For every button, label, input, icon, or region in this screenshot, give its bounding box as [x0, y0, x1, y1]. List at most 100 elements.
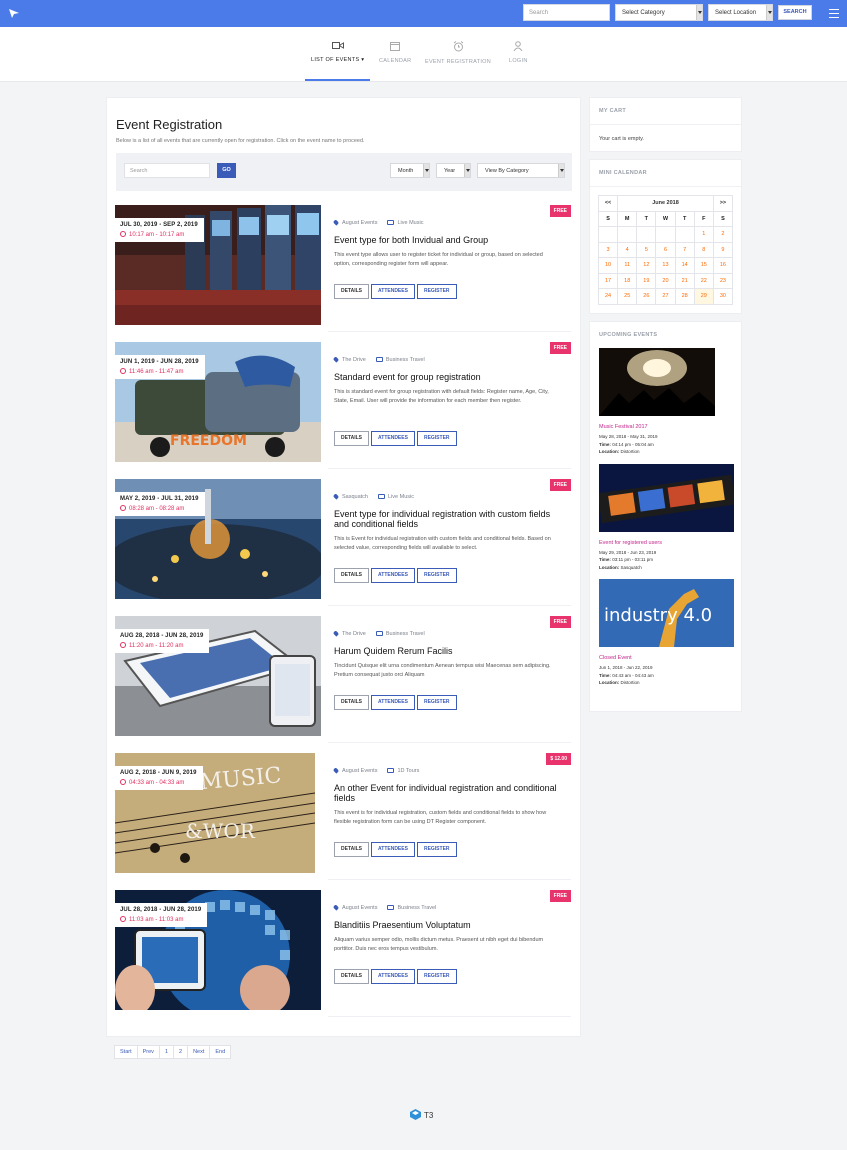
category-filter-select[interactable]: View By Category: [477, 163, 565, 178]
calendar-day[interactable]: 2: [712, 226, 734, 243]
calendar-day[interactable]: 10: [597, 257, 619, 274]
calendar-day[interactable]: 28: [674, 288, 695, 305]
calendar-day[interactable]: 18: [617, 272, 638, 289]
event-title[interactable]: Event type for individual registration w…: [334, 509, 564, 529]
calendar-day[interactable]: 21: [674, 272, 695, 289]
folder-icon: [375, 357, 383, 362]
calendar-day[interactable]: 29: [693, 288, 714, 305]
register-button[interactable]: REGISTER: [416, 842, 457, 857]
calendar-day[interactable]: 5: [636, 241, 657, 258]
details-button[interactable]: DETAILS: [334, 842, 370, 857]
register-button[interactable]: REGISTER: [416, 695, 457, 710]
calendar-day[interactable]: 26: [636, 288, 657, 305]
year-select[interactable]: Year: [436, 163, 471, 178]
calendar-day[interactable]: 14: [674, 257, 695, 274]
price-badge: $ 12.00: [546, 753, 571, 765]
details-button[interactable]: DETAILS: [334, 284, 370, 299]
top-bar: Search Select Category Select Location S…: [0, 0, 847, 27]
nav-calendar[interactable]: CALENDAR: [379, 41, 411, 64]
mini-calendar: << June 2018 >> SMTWTFS 12 3456789 10 11 1…: [597, 195, 734, 305]
event-title[interactable]: Standard event for group registration: [334, 372, 564, 382]
calendar-prev-button[interactable]: <<: [597, 195, 619, 212]
calendar-day[interactable]: 20: [655, 272, 676, 289]
upcoming-event-title[interactable]: Event for registered users: [599, 540, 732, 546]
footer-brand[interactable]: T3: [410, 1109, 433, 1120]
logo-icon[interactable]: [9, 9, 19, 18]
attendees-button[interactable]: ATTENDEES: [371, 284, 415, 299]
calendar-day[interactable]: 3: [597, 241, 619, 258]
calendar-day[interactable]: 9: [712, 241, 734, 258]
register-button[interactable]: REGISTER: [416, 284, 457, 299]
folder-icon: [387, 905, 395, 910]
event-title[interactable]: Event type for both Invidual and Group: [334, 235, 564, 245]
calendar-day[interactable]: 19: [636, 272, 657, 289]
calendar-day[interactable]: 4: [617, 241, 638, 258]
calendar-day[interactable]: 15: [693, 257, 714, 274]
page-prev[interactable]: Prev: [136, 1045, 160, 1059]
page-1[interactable]: 1: [158, 1045, 174, 1059]
mini-calendar-title: MINI CALENDAR: [590, 160, 741, 187]
details-button[interactable]: DETAILS: [334, 431, 370, 446]
calendar-day[interactable]: 1: [693, 226, 714, 243]
attendees-button[interactable]: ATTENDEES: [371, 969, 415, 984]
details-button[interactable]: DETAILS: [334, 695, 370, 710]
calendar-day[interactable]: 27: [655, 288, 676, 305]
attendees-button[interactable]: ATTENDEES: [371, 842, 415, 857]
weekday: F: [693, 210, 714, 227]
register-button[interactable]: REGISTER: [416, 431, 457, 446]
nav-login[interactable]: LOGIN: [509, 41, 528, 64]
page-next[interactable]: Next: [187, 1045, 211, 1059]
calendar-day[interactable]: 7: [674, 241, 695, 258]
calendar-day[interactable]: 11: [617, 257, 638, 274]
upcoming-event-title[interactable]: Closed Event: [599, 655, 732, 661]
attendees-button[interactable]: ATTENDEES: [371, 568, 415, 583]
calendar-day[interactable]: 23: [712, 272, 734, 289]
calendar-day[interactable]: 12: [636, 257, 657, 274]
go-button[interactable]: GO: [217, 163, 236, 178]
upcoming-event-image-film[interactable]: [599, 463, 734, 532]
upcoming-event-image-concert[interactable]: [599, 348, 715, 416]
location-select[interactable]: Select Location: [708, 4, 773, 21]
calendar-day[interactable]: 25: [617, 288, 638, 305]
upcoming-event-dates: Jun 1, 2018 - Jun 22, 2019: [599, 665, 653, 670]
nav-event-registration[interactable]: EVENT REGISTRATION: [425, 41, 491, 65]
calendar-day[interactable]: 17: [597, 272, 619, 289]
page-end[interactable]: End: [209, 1045, 232, 1059]
event-title[interactable]: Harum Quidem Rerum Facilis: [334, 646, 564, 656]
weekday: T: [636, 210, 657, 227]
calendar-day[interactable]: 16: [712, 257, 734, 274]
details-button[interactable]: DETAILS: [334, 568, 370, 583]
calendar-day[interactable]: 6: [655, 241, 676, 258]
nav-list-of-events[interactable]: LIST OF EVENTS ▾: [311, 41, 364, 63]
search-button[interactable]: SEARCH: [778, 5, 812, 20]
event-meta: August Events Live Music: [332, 219, 423, 226]
category-select[interactable]: Select Category: [615, 4, 703, 21]
page-start[interactable]: Start: [114, 1045, 138, 1059]
event-meta: Sasquatch Live Music: [332, 493, 414, 500]
attendees-button[interactable]: ATTENDEES: [371, 695, 415, 710]
hamburger-menu-icon[interactable]: [829, 9, 839, 18]
details-button[interactable]: DETAILS: [334, 969, 370, 984]
calendar-day[interactable]: 30: [712, 288, 734, 305]
chevron-down-icon: [423, 164, 429, 177]
event-card: MUSIC &WOR AUG 2, 2018 - JUN 9, 2019 04:…: [115, 753, 571, 880]
register-button[interactable]: REGISTER: [416, 568, 457, 583]
month-select[interactable]: Month: [390, 163, 430, 178]
register-button[interactable]: REGISTER: [416, 969, 457, 984]
calendar-day[interactable]: 22: [693, 272, 714, 289]
upcoming-event-title[interactable]: Music Festival 2017: [599, 424, 732, 430]
folder-icon: [387, 220, 395, 225]
weekday: W: [655, 210, 676, 227]
event-title[interactable]: An other Event for individual registrati…: [334, 783, 564, 803]
top-search-input[interactable]: Search: [523, 4, 610, 21]
page-2[interactable]: 2: [173, 1045, 189, 1059]
event-search-input[interactable]: Search: [124, 163, 210, 178]
attendees-button[interactable]: ATTENDEES: [371, 431, 415, 446]
upcoming-event-image-industry[interactable]: industry 4.0: [599, 579, 734, 647]
calendar-day[interactable]: 24: [597, 288, 619, 305]
calendar-day[interactable]: 13: [655, 257, 676, 274]
calendar-day: [674, 226, 695, 243]
calendar-day[interactable]: 8: [693, 241, 714, 258]
calendar-next-button[interactable]: >>: [712, 195, 734, 212]
event-title[interactable]: Blanditiis Praesentium Voluptatum: [334, 920, 564, 930]
